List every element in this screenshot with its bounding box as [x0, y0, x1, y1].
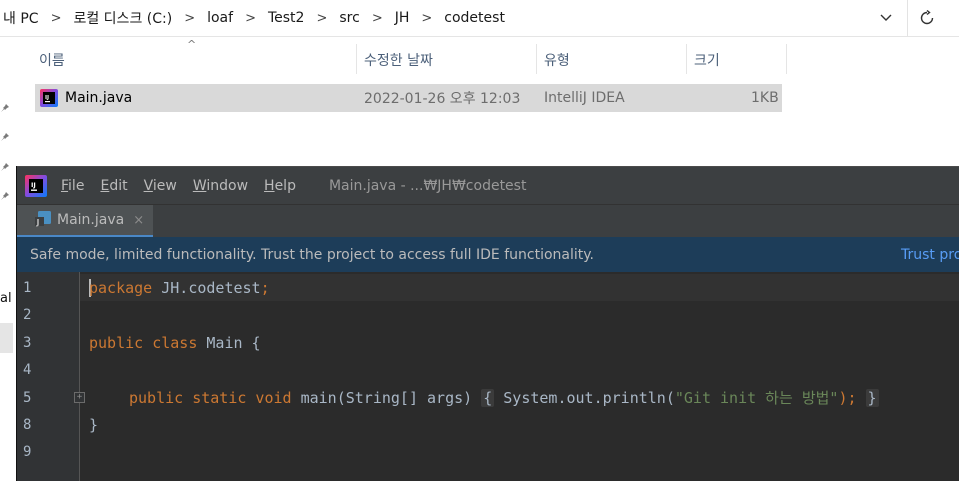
file-type: IntelliJ IDEA [544, 90, 625, 106]
column-header-name[interactable]: 이름 [35, 44, 355, 76]
file-row[interactable]: IJ Main.java 2022-01-26 오후 12:03 Intelli… [35, 84, 782, 112]
svg-text:IJ: IJ [45, 95, 49, 101]
chevron-right-icon[interactable]: > [363, 11, 392, 26]
column-header-type[interactable]: 유형 [540, 44, 685, 76]
chevron-right-icon[interactable]: > [42, 11, 71, 26]
column-header-modified[interactable]: 수정한 날짜 [360, 44, 535, 76]
tab-label: Main.java [57, 212, 125, 228]
breadcrumb-loaf[interactable]: loaf [204, 10, 236, 26]
close-icon[interactable]: × [133, 213, 144, 228]
safe-mode-banner: Safe mode, limited functionality. Trust … [17, 237, 959, 272]
menu-file[interactable]: File [61, 178, 84, 194]
file-modified: 2022-01-26 오후 12:03 [364, 91, 521, 107]
column-divider[interactable] [686, 44, 687, 74]
line-number: 8 [23, 416, 32, 433]
chevron-right-icon[interactable]: > [236, 11, 265, 26]
address-divider [907, 0, 908, 36]
screen: 내 PC > 로컬 디스크 (C:) > loaf > Test2 > src … [0, 0, 959, 481]
pin-icon[interactable] [0, 162, 10, 172]
pin-icon[interactable] [0, 103, 10, 113]
chevron-right-icon[interactable]: > [412, 11, 441, 26]
menu-window[interactable]: Window [193, 178, 248, 194]
chevron-right-icon[interactable]: > [175, 11, 204, 26]
menu-view[interactable]: View [144, 178, 177, 194]
window-title: Main.java - ...₩JH₩codetest [328, 177, 527, 194]
nav-item-partial[interactable]: al [0, 291, 12, 306]
line-number: 3 [23, 334, 32, 351]
code-line-1: package JH.codetest; [89, 278, 270, 297]
column-divider[interactable] [356, 44, 357, 74]
breadcrumb-codetest[interactable]: codetest [441, 10, 508, 26]
refresh-icon[interactable] [911, 4, 943, 32]
navigation-pane [0, 37, 15, 481]
code-line-8: } [89, 415, 99, 434]
line-number: 4 [23, 361, 32, 378]
menu-bar: IJ File Edit View Window Help Main.java … [17, 166, 959, 204]
breadcrumb-this-pc[interactable]: 내 PC [0, 8, 42, 28]
chevron-right-icon[interactable]: > [307, 11, 336, 26]
pin-icon[interactable] [0, 191, 10, 201]
trust-project-link[interactable]: Trust pro [901, 237, 959, 272]
banner-text: Safe mode, limited functionality. Trust … [30, 246, 594, 263]
editor-tab-bar: J Main.java × [17, 204, 959, 238]
file-size: 1KB [751, 90, 779, 106]
breadcrumb-test2[interactable]: Test2 [265, 10, 307, 26]
column-divider[interactable] [536, 44, 537, 74]
chevron-down-icon[interactable] [871, 4, 901, 32]
tab-main-java[interactable]: J Main.java × [17, 205, 153, 238]
address-bar[interactable]: 내 PC > 로컬 디스크 (C:) > loaf > Test2 > src … [0, 0, 959, 37]
intellij-logo-icon[interactable]: IJ [25, 174, 47, 197]
ide-window: IJ File Edit View Window Help Main.java … [16, 166, 959, 481]
menu-edit[interactable]: Edit [100, 178, 127, 194]
line-number: 9 [23, 443, 32, 460]
line-number: 1 [23, 279, 32, 296]
java-file-icon: J [35, 211, 51, 227]
code-line-3: public class Main { [89, 333, 261, 352]
breadcrumb-src[interactable]: src [336, 10, 362, 26]
line-number: 2 [23, 306, 32, 323]
column-header-size[interactable]: 크기 [690, 44, 785, 76]
svg-text:J: J [36, 218, 40, 227]
file-name[interactable]: Main.java [65, 84, 132, 112]
pin-icon[interactable] [0, 132, 10, 142]
svg-text:IJ: IJ [31, 181, 36, 189]
breadcrumb-jh[interactable]: JH [392, 10, 413, 26]
line-number: 5 [23, 389, 32, 406]
code-editor[interactable]: 1 2 3 4 5 8 9 + package JH.codetest; pub… [17, 272, 959, 481]
breadcrumb-local-disk[interactable]: 로컬 디스크 (C:) [70, 8, 175, 28]
code-line-5: public static void main(String[] args) {… [129, 388, 879, 407]
fold-expand-icon[interactable]: + [74, 392, 85, 403]
breadcrumb: 내 PC > 로컬 디스크 (C:) > loaf > Test2 > src … [0, 0, 508, 36]
menu-help[interactable]: Help [264, 178, 296, 194]
column-divider[interactable] [786, 44, 787, 74]
nav-item-selected[interactable] [0, 323, 13, 353]
intellij-icon: IJ [40, 89, 58, 107]
